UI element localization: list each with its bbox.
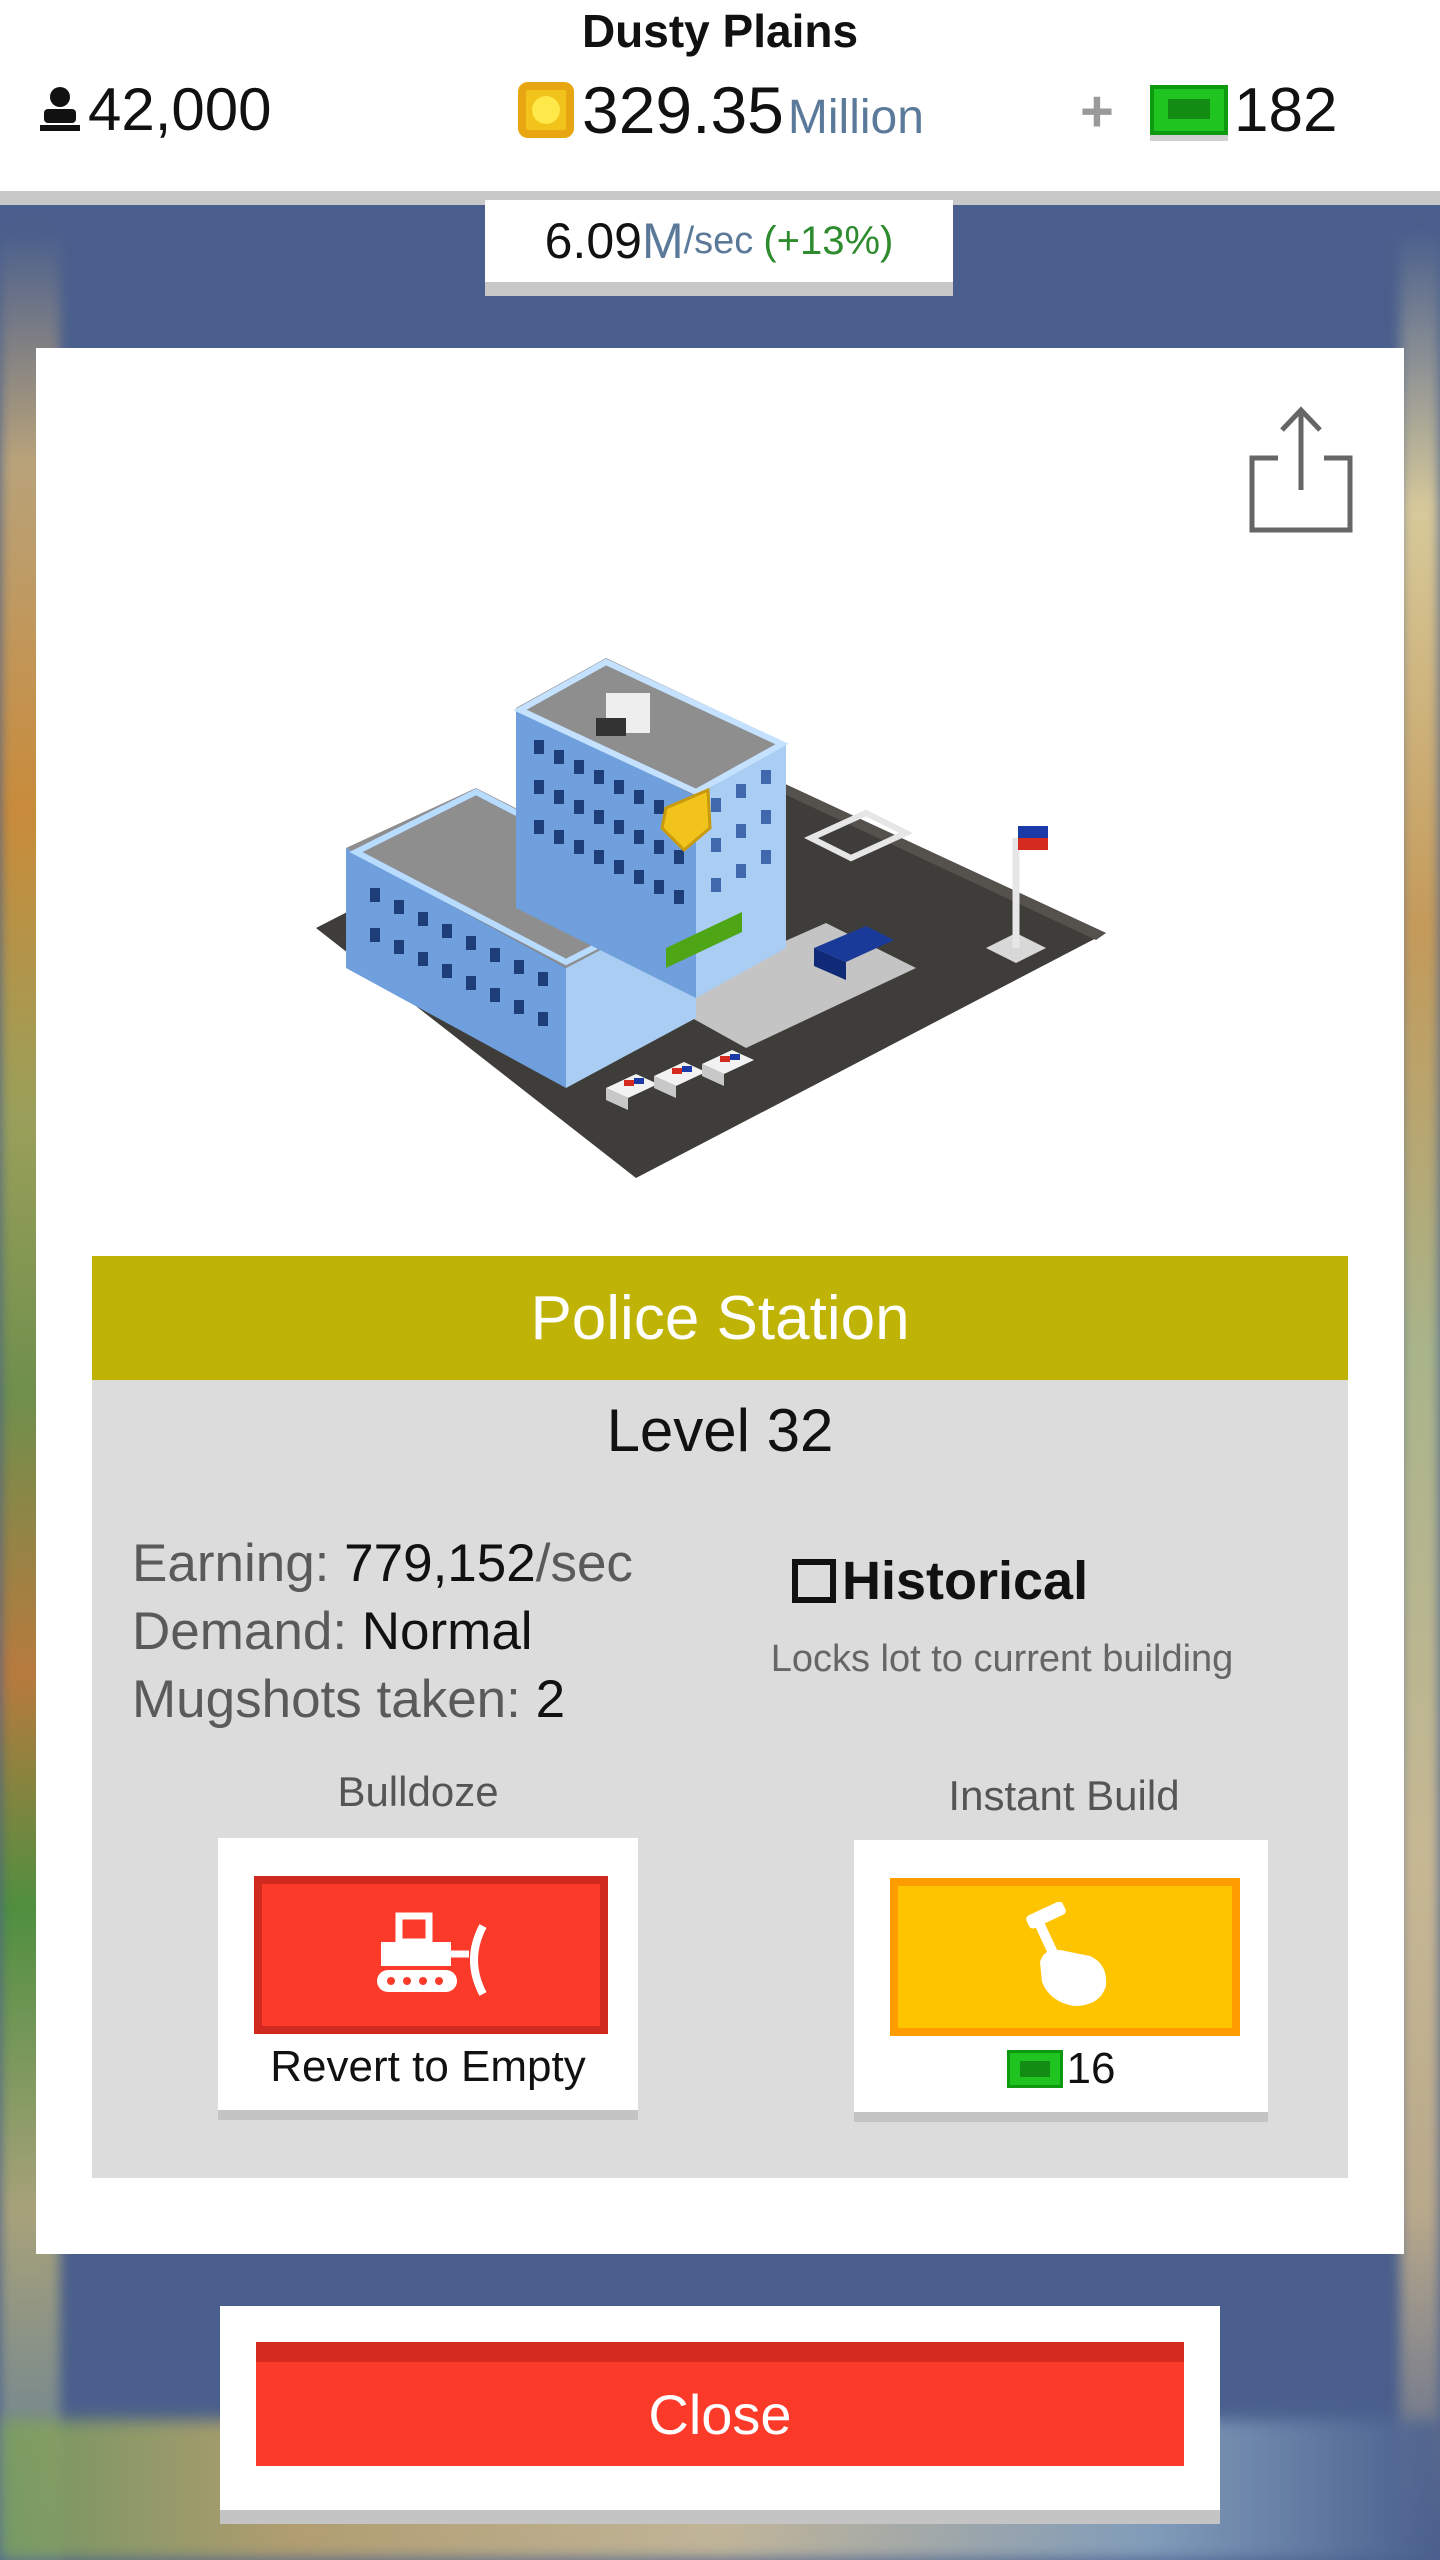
instant-build-card: 16 — [854, 1840, 1268, 2112]
bulldoze-label: Bulldoze — [337, 1768, 499, 1815]
cash-counter[interactable]: 182 — [1150, 74, 1337, 146]
building-level: Level 32 — [606, 1397, 834, 1464]
stat-value: 2 — [535, 1670, 566, 1729]
historical-description: Locks lot to current building — [770, 1638, 1234, 1680]
close-label: Close — [648, 2382, 792, 2446]
stat-key: Earning: — [132, 1534, 345, 1593]
instant-build-cost: 16 — [854, 2044, 1268, 2094]
stat-value: Normal — [361, 1602, 533, 1661]
bulldoze-button[interactable] — [254, 1876, 608, 2034]
stat-earning: Earning: 779,152/sec — [132, 1530, 633, 1598]
building-info-panel: Level 32 Earning: 779,152/sec Demand: No… — [92, 1380, 1348, 2178]
historical-checkbox[interactable] — [792, 1559, 836, 1603]
population-counter: 42,000 — [38, 74, 272, 144]
stat-key: Demand: — [132, 1602, 362, 1661]
stat-value: 779,152 — [344, 1534, 536, 1593]
stat-key: Mugshots taken: — [132, 1670, 536, 1729]
cash-value: 182 — [1234, 75, 1338, 145]
close-card: Close — [220, 2306, 1220, 2510]
building-modal: Police Station Level 32 Earning: 779,152… — [36, 348, 1404, 2254]
bulldozer-icon — [377, 1912, 487, 1996]
stat-demand: Demand: Normal — [132, 1598, 633, 1666]
rate-per: /sec — [683, 219, 754, 262]
bulldoze-card: Revert to Empty — [218, 1838, 638, 2110]
hammer-hand-icon — [1026, 1902, 1107, 2006]
money-unit: Million — [787, 90, 924, 144]
instant-build-label: Instant Build — [948, 1772, 1180, 1819]
building-title-bar: Police Station — [92, 1256, 1348, 1380]
coin-icon — [518, 82, 574, 138]
building-stats: Earning: 779,152/sec Demand: Normal Mugs… — [132, 1530, 633, 1734]
background-world-right — [1400, 230, 1440, 2560]
city-name: Dusty Plains — [581, 5, 859, 57]
stat-suffix: /sec — [535, 1534, 633, 1593]
buy-cash-plus-button[interactable]: + — [1080, 78, 1114, 145]
rate-value: 6.09 — [544, 213, 642, 269]
money-value: 329.35 — [582, 73, 784, 147]
rate-change: (+13%) — [763, 218, 894, 263]
top-hud: Dusty Plains 42,000 329.35 Million + 182 — [0, 0, 1440, 205]
instant-build-cost-value: 16 — [1066, 2044, 1116, 2093]
rate-unit: M — [641, 213, 684, 269]
building-name: Police Station — [530, 1283, 910, 1353]
historical-toggle[interactable]: Historical — [792, 1550, 1088, 1612]
instant-build-button[interactable] — [890, 1878, 1240, 2036]
population-value: 42,000 — [88, 75, 272, 143]
income-rate: 6.09 M /sec (+13%) — [485, 200, 953, 296]
money-counter: 329.35 Million — [518, 73, 924, 147]
share-icon[interactable] — [1246, 398, 1356, 538]
stat-mugshots: Mugshots taken: 2 — [132, 1666, 633, 1734]
cash-bill-icon — [1150, 85, 1228, 135]
cash-bill-icon — [1006, 2050, 1063, 2088]
person-icon — [40, 87, 80, 131]
historical-label: Historical — [842, 1551, 1089, 1611]
police-station-illustration — [316, 658, 1106, 1178]
bulldoze-caption: Revert to Empty — [270, 2042, 586, 2091]
close-button[interactable]: Close — [256, 2342, 1184, 2466]
